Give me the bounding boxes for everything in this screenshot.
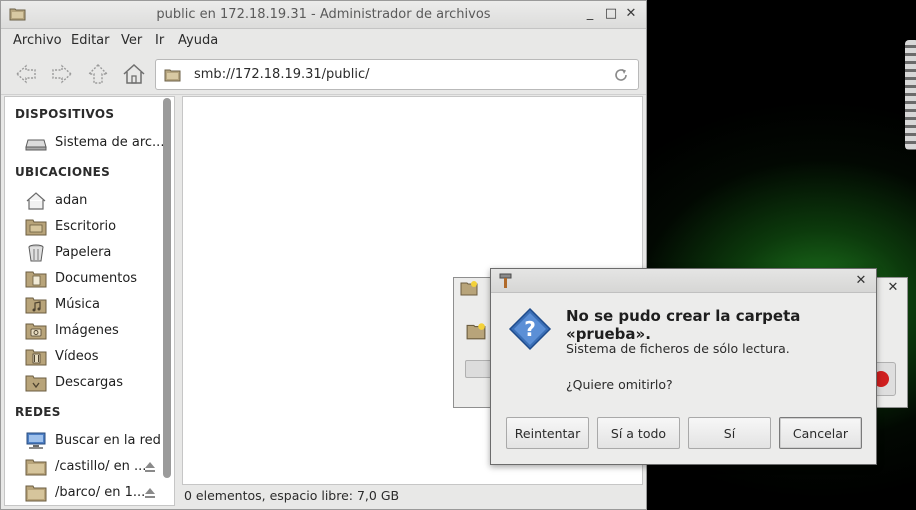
- sidebar-item-label: Descargas: [55, 375, 124, 390]
- question-icon: ?: [508, 307, 552, 351]
- folder-music-icon: [25, 297, 47, 314]
- sidebar-item-label: Papelera: [55, 245, 112, 260]
- sidebar-item-label: /barco/ en 1...: [55, 485, 146, 500]
- sidebar-item-home[interactable]: adan: [25, 190, 155, 212]
- sidebar-scrollbar[interactable]: [163, 98, 171, 478]
- hammer-icon: [499, 273, 512, 288]
- drive-icon: [25, 139, 47, 151]
- dialog-close-button[interactable]: ✕: [852, 272, 870, 290]
- folder-pictures-icon: [25, 323, 47, 340]
- location-text: smb://172.18.19.31/public/: [194, 67, 370, 82]
- svg-text:?: ?: [524, 317, 536, 341]
- yes-to-all-button[interactable]: Sí a todo: [597, 417, 680, 449]
- section-devices: DISPOSITIVOS: [15, 107, 115, 121]
- dialog-question: ¿Quiere omitirlo?: [566, 377, 673, 392]
- network-icon: [26, 432, 46, 449]
- retry-button[interactable]: Reintentar: [506, 417, 589, 449]
- eject-icon[interactable]: [143, 461, 157, 473]
- window-title: public en 172.18.19.31 - Administrador d…: [156, 7, 491, 22]
- back-icon[interactable]: [14, 63, 38, 85]
- sidebar-item-label: /castillo/ en ...: [55, 459, 147, 474]
- folder-new-icon: [460, 281, 478, 296]
- menu-ir[interactable]: Ir: [155, 33, 164, 48]
- error-dialog: ✕ ? No se pudo crear la carpeta «prueba»…: [490, 268, 877, 465]
- sidebar-item-videos[interactable]: Vídeos: [25, 346, 155, 368]
- sidebar-item-pictures[interactable]: Imágenes: [25, 320, 155, 342]
- folder-documents-icon: [25, 271, 47, 288]
- sidebar-item-label: Música: [55, 297, 100, 312]
- yes-button[interactable]: Sí: [688, 417, 771, 449]
- sidebar-item-barco[interactable]: /barco/ en 1...: [25, 482, 155, 504]
- sidebar-item-label: Imágenes: [55, 323, 119, 338]
- sidebar-item-castillo[interactable]: /castillo/ en ...: [25, 456, 155, 478]
- menu-ver[interactable]: Ver: [121, 33, 142, 48]
- up-icon[interactable]: [86, 63, 110, 85]
- background-dialog-close-button[interactable]: ✕: [884, 279, 902, 297]
- menu-bar: Archivo Editar Ver Ir Ayuda: [1, 29, 646, 53]
- dialog-heading: No se pudo crear la carpeta «prueba».: [566, 307, 801, 343]
- folder-icon: [164, 69, 181, 82]
- trash-icon: [28, 244, 44, 262]
- sidebar-item-label: Documentos: [55, 271, 138, 286]
- status-bar: 0 elementos, espacio libre: 7,0 GB: [184, 488, 400, 503]
- sidebar-item-trash[interactable]: Papelera: [25, 242, 155, 264]
- close-button[interactable]: ✕: [622, 5, 640, 23]
- sidebar: DISPOSITIVOS Sistema de arc... UBICACION…: [4, 96, 175, 506]
- window-titlebar[interactable]: public en 172.18.19.31 - Administrador d…: [1, 1, 646, 29]
- menu-ayuda[interactable]: Ayuda: [178, 33, 218, 48]
- section-places: UBICACIONES: [15, 165, 111, 179]
- minimize-button[interactable]: _: [581, 5, 599, 23]
- folder-desktop-icon: [25, 219, 47, 236]
- eject-icon[interactable]: [143, 487, 157, 499]
- sidebar-item-label: Sistema de arc...: [55, 135, 165, 150]
- sidebar-item-music[interactable]: Música: [25, 294, 155, 316]
- folder-remote-icon: [25, 459, 47, 476]
- sidebar-item-label: adan: [55, 193, 88, 208]
- folder-downloads-icon: [25, 375, 47, 392]
- dialog-message: Sistema de ficheros de sólo lectura.: [566, 341, 790, 356]
- location-bar[interactable]: smb://172.18.19.31/public/: [155, 59, 639, 90]
- sidebar-item-label: Buscar en la red: [55, 433, 161, 448]
- folder-new-icon: [466, 323, 486, 340]
- maximize-button[interactable]: □: [602, 5, 620, 23]
- wallpaper-bulb: [905, 40, 916, 150]
- sidebar-item-label: Escritorio: [55, 219, 117, 234]
- menu-editar[interactable]: Editar: [71, 33, 110, 48]
- toolbar: smb://172.18.19.31/public/: [1, 53, 646, 95]
- sidebar-item-documents[interactable]: Documentos: [25, 268, 155, 290]
- sidebar-item-filesystem[interactable]: Sistema de arc...: [25, 132, 164, 154]
- sidebar-item-downloads[interactable]: Descargas: [25, 372, 155, 394]
- dialog-titlebar[interactable]: ✕: [491, 269, 876, 293]
- sidebar-item-browse-network[interactable]: Buscar en la red: [25, 430, 161, 452]
- home-icon[interactable]: [122, 63, 146, 85]
- sidebar-item-label: Vídeos: [55, 349, 99, 364]
- sidebar-item-desktop[interactable]: Escritorio: [25, 216, 155, 238]
- section-network: REDES: [15, 405, 61, 419]
- folder-remote-icon: [25, 485, 47, 502]
- folder-videos-icon: [25, 349, 47, 366]
- cancel-button[interactable]: Cancelar: [779, 417, 862, 449]
- forward-icon[interactable]: [50, 63, 74, 85]
- menu-archivo[interactable]: Archivo: [13, 33, 62, 48]
- home-icon: [26, 192, 46, 210]
- reload-icon[interactable]: [613, 67, 629, 83]
